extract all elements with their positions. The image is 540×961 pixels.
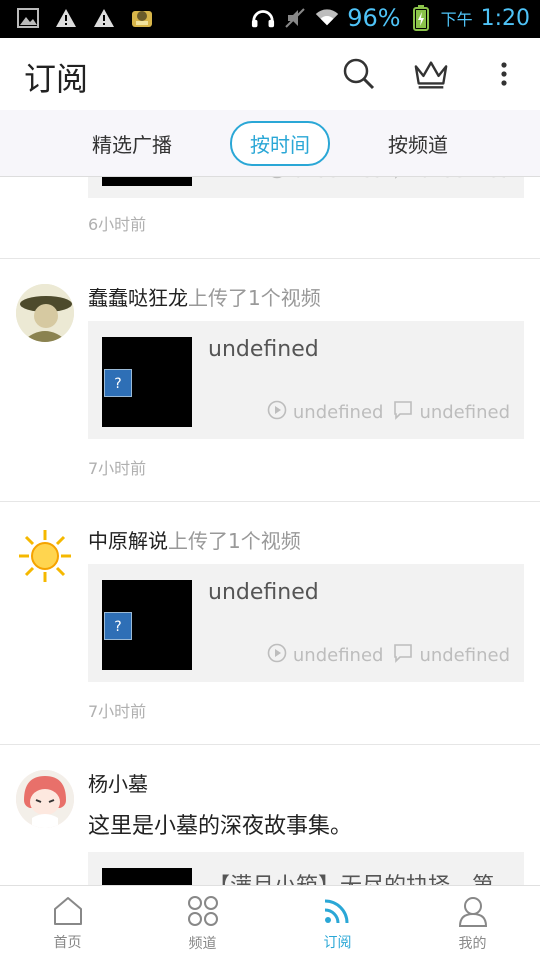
post-header: 中原解说上传了1个视频	[88, 525, 301, 554]
clock: 1:20	[480, 5, 530, 31]
post-time: 7小时前	[88, 702, 147, 721]
video-meta: undefined undefined	[267, 400, 510, 425]
video-card[interactable]: ? undefined undefined undefined	[88, 321, 524, 439]
author-name[interactable]: 蠢蠢哒狂龙	[88, 286, 188, 310]
play-count: undefined	[293, 177, 384, 182]
tab-by-channel[interactable]: 按频道	[370, 123, 466, 164]
play-count-icon	[267, 177, 287, 184]
play-count-icon	[267, 643, 287, 668]
status-bar: 96% 下午 1:20	[0, 0, 540, 38]
video-card[interactable]: undefined undefined	[88, 177, 524, 198]
feed-tabs: 精选广播 按时间 按频道	[0, 110, 540, 177]
avatar[interactable]	[16, 284, 74, 342]
missing-image-icon: ?	[104, 369, 132, 397]
play-count: undefined	[292, 645, 384, 666]
crown-icon[interactable]	[413, 56, 449, 92]
post-description: 这里是小墓的深夜故事集。	[88, 814, 353, 839]
divider	[0, 744, 540, 745]
tab-by-time[interactable]: 按时间	[230, 120, 330, 166]
mute-icon	[283, 6, 307, 30]
comment-count: undefined	[419, 645, 510, 666]
post-header: 蠢蠢哒狂龙上传了1个视频	[88, 282, 321, 311]
more-vert-icon[interactable]	[486, 56, 522, 92]
video-card[interactable]: 【满月小箱】无尽的抉择，第	[88, 852, 524, 885]
search-icon[interactable]	[341, 56, 377, 92]
avatar[interactable]	[16, 770, 74, 828]
image-icon	[16, 6, 40, 30]
post-header: 杨小墓	[88, 768, 148, 797]
video-title: undefined	[208, 337, 319, 362]
video-thumbnail	[102, 177, 192, 186]
nav-profile[interactable]: 我的	[405, 886, 540, 961]
comment-icon	[393, 643, 413, 668]
post-action: 上传了1个视频	[188, 286, 321, 310]
divider	[0, 258, 540, 259]
comment-count: undefined	[419, 402, 510, 423]
headphones-icon	[251, 6, 275, 30]
nav-label: 首页	[53, 934, 82, 951]
comment-icon	[393, 177, 413, 184]
video-card[interactable]: ? undefined undefined undefined	[88, 564, 524, 682]
play-count: undefined	[292, 402, 384, 423]
bottom-nav: 首页 频道 订阅 我的	[0, 885, 540, 961]
video-meta: undefined undefined	[267, 177, 510, 184]
post-time: 7小时前	[88, 459, 147, 478]
time-ampm: 下午	[440, 10, 473, 29]
video-meta: undefined undefined	[267, 643, 510, 668]
wifi-icon	[315, 6, 339, 30]
feed-list[interactable]: undefined undefined 6小时前 蠢蠢哒狂龙上传了1个视频 ? …	[0, 177, 540, 885]
nav-home[interactable]: 首页	[0, 886, 135, 961]
nav-subscribe[interactable]: 订阅	[270, 886, 405, 961]
tab-featured[interactable]: 精选广播	[74, 123, 190, 164]
video-title: undefined	[208, 580, 319, 605]
subscribe-icon	[322, 896, 354, 930]
video-title: 【满月小箱】无尽的抉择，第	[208, 868, 494, 885]
page-title: 订阅	[24, 60, 89, 98]
battery-icon	[409, 5, 433, 31]
post-time: 6小时前	[88, 215, 147, 234]
app-header: 订阅	[0, 38, 540, 111]
profile-icon	[457, 895, 489, 931]
avatar[interactable]	[16, 527, 74, 585]
nav-label: 订阅	[323, 934, 352, 951]
channels-icon	[187, 895, 219, 931]
status-right-icons: 96% 下午 1:20	[251, 4, 530, 32]
divider	[0, 501, 540, 502]
nav-label: 频道	[188, 935, 217, 952]
video-thumbnail	[102, 868, 192, 885]
author-name[interactable]: 杨小墓	[88, 772, 148, 796]
comment-icon	[393, 400, 413, 425]
video-thumbnail: ?	[102, 580, 192, 670]
warning-icon	[54, 6, 78, 30]
home-icon	[52, 896, 84, 930]
video-thumbnail: ?	[102, 337, 192, 427]
comment-count: undefined	[419, 177, 510, 182]
nav-channels[interactable]: 频道	[135, 886, 270, 961]
missing-image-icon: ?	[104, 612, 132, 640]
nav-label: 我的	[458, 935, 487, 952]
warning-icon	[92, 6, 116, 30]
status-left-icons	[16, 6, 154, 30]
play-count-icon	[267, 400, 287, 425]
post-action: 上传了1个视频	[168, 529, 301, 553]
author-name[interactable]: 中原解说	[88, 529, 168, 553]
app-icon	[130, 6, 154, 30]
battery-percent: 96%	[347, 4, 401, 32]
